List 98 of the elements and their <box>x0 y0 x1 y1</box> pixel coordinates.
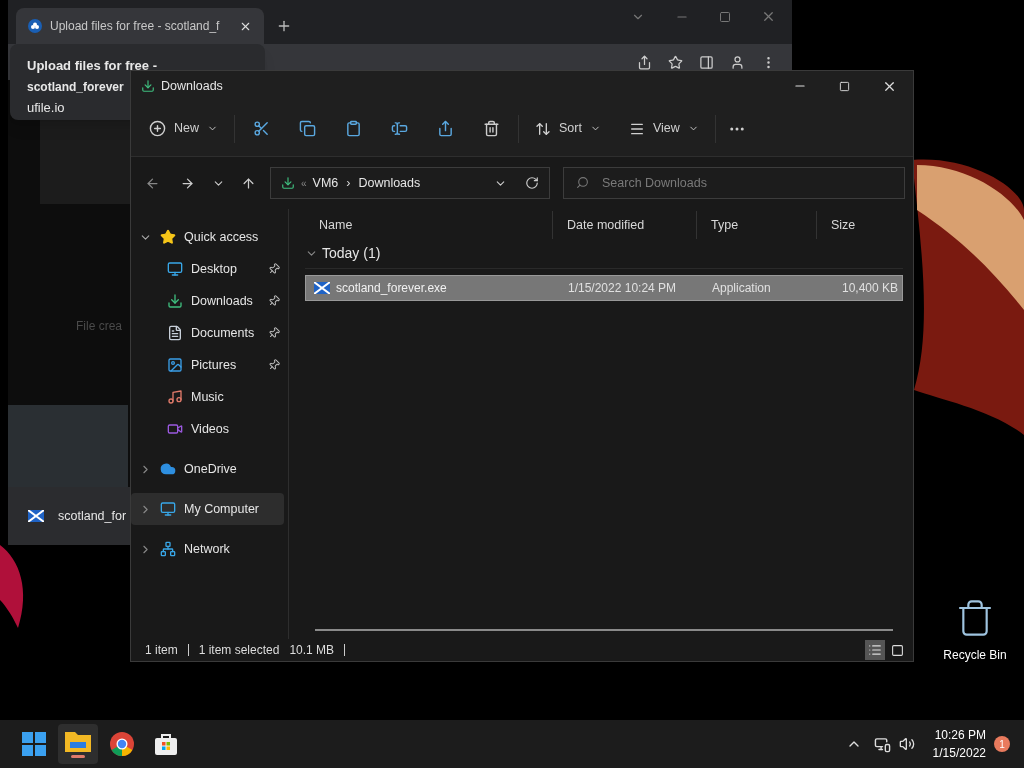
search-icon <box>576 176 589 189</box>
monitor-icon <box>160 501 176 517</box>
scrollbar[interactable] <box>315 629 893 631</box>
plus-icon <box>149 120 166 137</box>
sidebar-label: My Computer <box>184 500 261 518</box>
cloud-icon <box>160 461 176 477</box>
sidebar-label: Network <box>184 540 231 558</box>
sidebar-item[interactable]: Documents <box>131 317 284 349</box>
item-count: 1 item <box>145 642 178 659</box>
desktop-icon-label[interactable]: Recycle Bin <box>943 646 1007 664</box>
up-icon[interactable] <box>241 175 256 191</box>
window-title: Downloads <box>161 77 223 95</box>
folder-icon <box>65 730 91 752</box>
sidebar-label: OneDrive <box>184 460 238 478</box>
preview-view-icon <box>890 643 904 657</box>
copy-icon[interactable] <box>299 120 316 137</box>
details-view-icon <box>868 643 882 657</box>
column-header[interactable]: Size <box>817 211 897 239</box>
network-icon[interactable] <box>873 735 891 753</box>
download-file-name[interactable]: scotland_for <box>58 506 127 526</box>
sidebar-item[interactable]: Pictures <box>131 349 284 381</box>
music-note-icon <box>167 389 183 405</box>
picture-icon <box>167 357 183 373</box>
new-button[interactable]: New <box>143 112 224 145</box>
browser-tab[interactable]: Upload files for free - scotland_f <box>16 8 264 44</box>
sidebar-label: Pictures <box>191 356 238 374</box>
sidebar-item[interactable]: OneDrive <box>131 453 284 485</box>
monitor-icon <box>167 261 183 277</box>
path-separator: › <box>346 174 351 192</box>
document-icon <box>167 325 183 341</box>
download-icon <box>281 176 295 190</box>
sidebar-label: Desktop <box>191 260 238 278</box>
clock-date[interactable]: 1/15/2022 <box>932 744 986 762</box>
flag-icon <box>28 510 44 522</box>
active-indicator <box>71 755 85 758</box>
column-header[interactable]: Date modified <box>553 211 697 239</box>
sidebar-label: Documents <box>191 324 256 342</box>
share-icon[interactable] <box>437 120 454 137</box>
network-icon <box>160 541 176 557</box>
sidebar-label: Quick access <box>184 228 260 246</box>
rename-icon[interactable] <box>391 120 408 137</box>
sidebar-label: Videos <box>191 420 230 438</box>
tooltip-url: ufile.io <box>27 98 65 117</box>
volume-icon[interactable] <box>898 736 915 752</box>
clock-time[interactable]: 10:26 PM <box>934 726 986 744</box>
sidebar-item[interactable]: Music <box>131 381 284 413</box>
column-header[interactable]: Name <box>305 211 553 239</box>
selection-count: 1 item selected <box>198 642 280 659</box>
sidebar-item[interactable]: Desktop <box>131 253 284 285</box>
new-tab-icon[interactable] <box>276 18 292 34</box>
store-bag-icon <box>154 732 178 756</box>
maximize-icon[interactable] <box>719 10 731 23</box>
group-header[interactable]: Today (1) <box>322 243 381 264</box>
file-type: Application <box>711 280 772 297</box>
cut-icon[interactable] <box>253 120 270 137</box>
refresh-icon[interactable] <box>525 176 539 190</box>
column-header[interactable]: Type <box>697 211 817 239</box>
star-icon <box>160 229 176 245</box>
star-icon[interactable] <box>668 54 683 70</box>
paste-icon[interactable] <box>345 120 362 137</box>
view-button[interactable]: View <box>622 112 705 145</box>
overflow-mark[interactable]: « <box>301 175 307 191</box>
address-bar[interactable]: « VM6 › Downloads <box>270 167 550 199</box>
cloud-logo-icon <box>28 19 42 33</box>
file-size: 10,400 KB <box>840 280 899 297</box>
tooltip-title: scotland_forever <box>27 78 124 96</box>
breadcrumb[interactable]: Downloads <box>358 173 421 193</box>
sidebar-item[interactable]: My Computer <box>131 493 284 525</box>
tab-title: Upload files for free - scotland_f <box>50 18 221 35</box>
search-field[interactable]: Search Downloads <box>563 167 905 199</box>
forward-icon[interactable] <box>180 175 195 191</box>
breadcrumb[interactable]: VM6 <box>312 173 339 193</box>
video-icon <box>167 421 183 437</box>
file-date: 1/15/2022 10:24 PM <box>567 280 678 297</box>
selection-size: 10.1 MB <box>289 642 335 659</box>
sidebar-item[interactable]: Downloads <box>131 285 284 317</box>
sort-icon <box>535 120 551 137</box>
file-name: scotland_forever.exe <box>336 280 447 297</box>
windows-logo-icon <box>22 732 46 756</box>
sidebar-item[interactable]: Quick access <box>131 221 284 253</box>
download-icon <box>167 293 183 309</box>
flag-icon <box>314 282 330 294</box>
profile-icon[interactable] <box>730 54 745 70</box>
share-icon[interactable] <box>637 54 652 70</box>
sidebar-item[interactable]: Videos <box>131 413 284 445</box>
taskbar-app[interactable] <box>58 724 98 764</box>
sidebar-label: Music <box>191 388 225 406</box>
browser-logo-icon <box>110 732 134 756</box>
sidebar-label: Downloads <box>191 292 254 310</box>
delete-icon[interactable] <box>483 120 500 137</box>
back-icon[interactable] <box>145 175 160 191</box>
page-text: File crea <box>76 318 122 335</box>
sidebar-item[interactable]: Network <box>131 533 284 565</box>
download-icon <box>141 79 155 93</box>
file-row[interactable]: scotland_forever.exe 1/15/2022 10:24 PM Application 10,400 KB <box>305 275 903 301</box>
tooltip-title: Upload files for free - <box>27 57 158 75</box>
sort-button[interactable]: Sort <box>529 112 607 145</box>
side-panel-icon[interactable] <box>699 54 714 70</box>
